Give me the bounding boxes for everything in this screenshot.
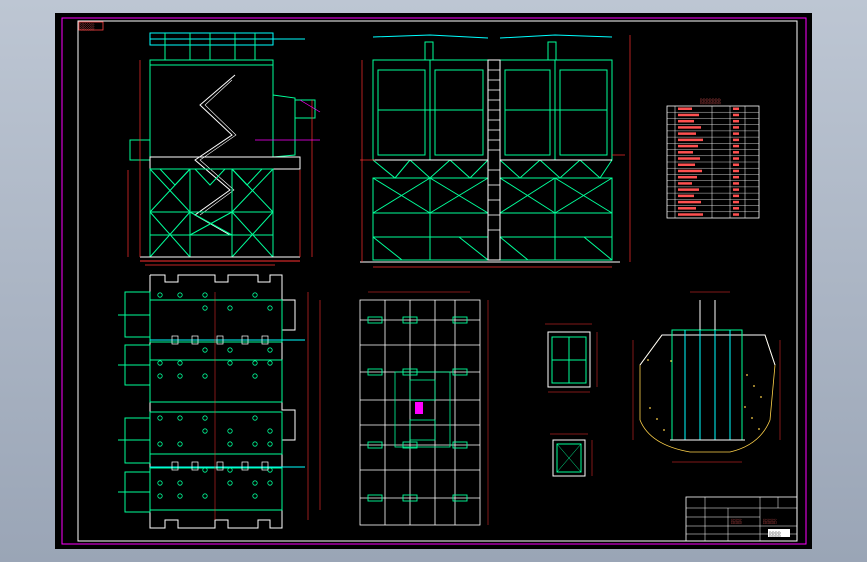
table-cell-mark bbox=[733, 138, 739, 142]
table-cell-mark bbox=[733, 200, 739, 204]
table-cell-mark bbox=[733, 163, 739, 166]
table-cell-mark bbox=[678, 194, 694, 198]
table-cell-mark bbox=[678, 200, 701, 204]
table-cell-mark bbox=[678, 182, 692, 185]
fill-dot bbox=[649, 407, 651, 409]
table-cell-mark bbox=[678, 163, 695, 166]
table-cell-mark bbox=[678, 113, 699, 117]
table-cell-mark bbox=[678, 175, 697, 179]
table-cell-mark bbox=[733, 107, 739, 110]
table-cell-mark bbox=[678, 126, 701, 129]
table-cell-mark bbox=[733, 213, 739, 216]
table-cell-mark bbox=[733, 182, 739, 185]
title-block-sign: ░░░░░ bbox=[763, 518, 777, 525]
drawing-paper bbox=[55, 13, 812, 549]
fill-dot bbox=[753, 385, 755, 387]
foundation-center-marker bbox=[415, 402, 423, 414]
table-cell-mark bbox=[733, 175, 739, 179]
table-cell-mark bbox=[733, 126, 739, 129]
table-cell-mark bbox=[678, 213, 703, 216]
table-cell-mark bbox=[678, 157, 700, 160]
table-cell-mark bbox=[733, 157, 739, 160]
table-cell-mark bbox=[678, 138, 703, 142]
fill-dot bbox=[758, 428, 760, 430]
table-cell-mark bbox=[678, 207, 696, 210]
table-cell-mark bbox=[678, 119, 694, 123]
table-cell-mark bbox=[678, 151, 693, 154]
table-cell-mark bbox=[733, 119, 739, 123]
table-cell-mark bbox=[733, 144, 739, 148]
table-cell-mark bbox=[733, 194, 739, 198]
fill-dot bbox=[760, 396, 762, 398]
fill-dot bbox=[656, 418, 658, 420]
fill-dot bbox=[751, 417, 753, 419]
title-block-name: ░░░░ bbox=[731, 518, 742, 525]
table-cell-mark bbox=[733, 169, 739, 173]
table-cell-mark bbox=[733, 132, 739, 135]
fill-dot bbox=[647, 359, 649, 361]
table-cell-mark bbox=[733, 188, 739, 191]
table-cell-mark bbox=[678, 169, 702, 173]
title-block-stamp: ░░░░ bbox=[769, 531, 781, 538]
fill-dot bbox=[663, 429, 665, 431]
fill-dot bbox=[746, 374, 748, 376]
table-cell-mark bbox=[733, 151, 739, 154]
fill-dot bbox=[744, 406, 746, 408]
table-cell-mark bbox=[733, 207, 739, 210]
parts-table-heading: ░░░░░░░ bbox=[700, 98, 721, 105]
table-cell-mark bbox=[733, 113, 739, 117]
cad-drawing-sheet: ░░░░ ░░░░░░░ ░░░░ ░░░░░ ░░░░ bbox=[55, 13, 812, 549]
svg-text:░░░░: ░░░░ bbox=[80, 23, 95, 31]
table-cell-mark bbox=[678, 132, 696, 135]
table-cell-mark bbox=[678, 107, 692, 110]
table-cell-mark bbox=[678, 144, 698, 148]
table-cell-mark bbox=[678, 188, 699, 191]
fill-dot bbox=[670, 360, 672, 362]
